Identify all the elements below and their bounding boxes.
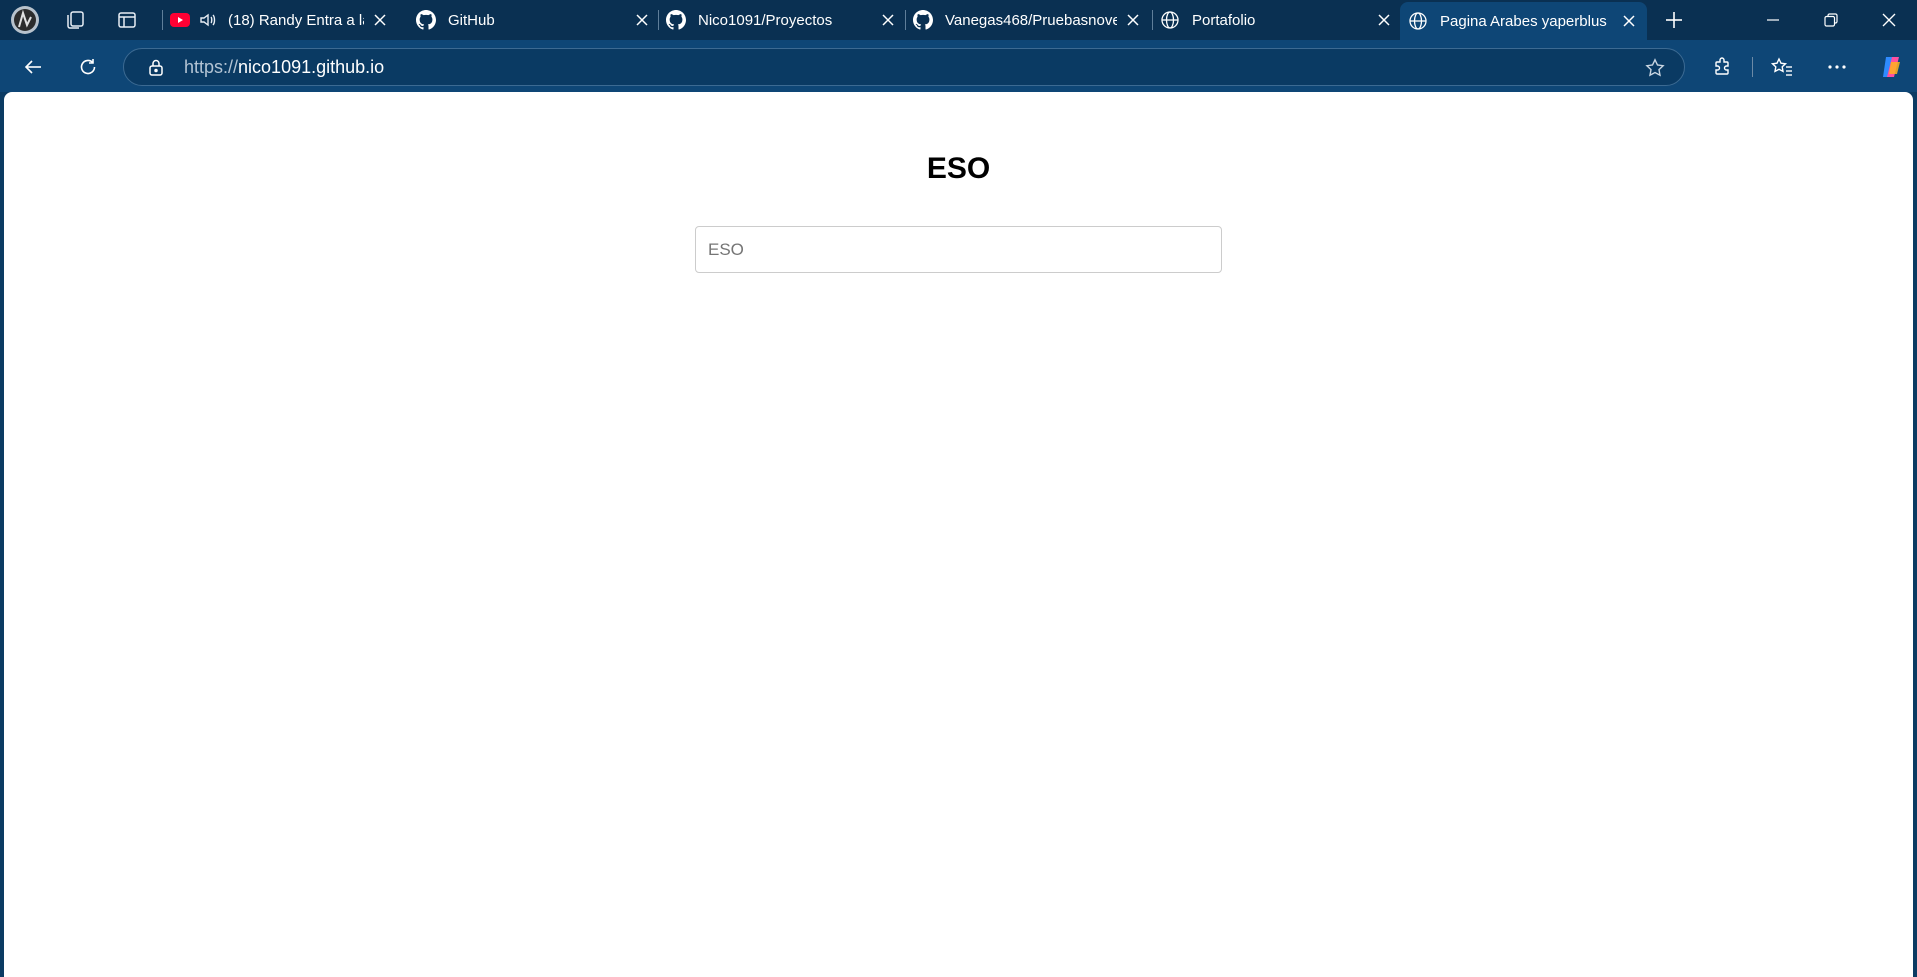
tab-title: Pagina Arabes yaperblus (1440, 12, 1607, 30)
profile-avatar[interactable] (9, 4, 41, 36)
text-input[interactable] (695, 226, 1222, 273)
tab-title: Portafolio (1192, 11, 1256, 29)
workspaces-icon[interactable] (59, 4, 91, 36)
toolbar-separator (1752, 57, 1753, 77)
close-window-icon[interactable] (1860, 0, 1917, 40)
lock-icon[interactable] (146, 57, 166, 77)
close-tab-icon[interactable] (1619, 11, 1639, 31)
close-tab-icon[interactable] (1374, 10, 1394, 30)
close-tab-icon[interactable] (1123, 10, 1143, 30)
globe-icon (1160, 10, 1180, 30)
close-tab-icon[interactable] (632, 10, 652, 30)
tab-portafolio[interactable]: Portafolio (1160, 2, 1394, 38)
tab-nico-proyectos[interactable]: Nico1091/Proyectos (666, 2, 898, 38)
page-viewport: ESO (4, 92, 1913, 977)
youtube-icon (170, 10, 190, 30)
tab-vanegas-pruebas[interactable]: Vanegas468/Pruebasnove (913, 2, 1143, 38)
globe-icon (1408, 11, 1428, 31)
extensions-icon[interactable] (1705, 50, 1739, 84)
back-icon[interactable] (16, 50, 50, 84)
add-favorite-icon[interactable] (1644, 57, 1666, 79)
url-host: nico1091.github.io (238, 56, 385, 77)
new-tab-icon[interactable] (1658, 4, 1690, 36)
tab-separator (1152, 10, 1153, 30)
github-icon (416, 10, 436, 30)
url-scheme: https:// (184, 56, 239, 77)
speaker-icon[interactable] (198, 10, 218, 30)
more-options-icon[interactable] (1820, 50, 1854, 84)
favorites-icon[interactable] (1765, 50, 1799, 84)
address-bar[interactable]: https://nico1091.github.io (123, 48, 1685, 86)
tab-actions-icon[interactable] (111, 4, 143, 36)
minimize-icon[interactable] (1744, 0, 1802, 40)
tab-separator (905, 10, 906, 30)
tab-title: GitHub (448, 11, 495, 29)
github-icon (666, 10, 686, 30)
github-icon (913, 10, 933, 30)
refresh-icon[interactable] (71, 50, 105, 84)
tab-separator (162, 10, 163, 30)
tab-github[interactable]: GitHub (416, 2, 652, 38)
close-tab-icon[interactable] (370, 10, 390, 30)
tab-title: Vanegas468/Pruebasnove (945, 11, 1117, 29)
copilot-icon[interactable] (1874, 50, 1908, 84)
tab-title: (18) Randy Entra a la (228, 11, 364, 29)
tab-youtube[interactable]: (18) Randy Entra a la (170, 2, 410, 38)
tab-separator (658, 10, 659, 30)
url-text[interactable]: https://nico1091.github.io (184, 57, 384, 78)
close-tab-icon[interactable] (878, 10, 898, 30)
page-title: ESO (926, 152, 991, 185)
restore-icon[interactable] (1802, 0, 1860, 40)
tab-pagina-arabes[interactable]: Pagina Arabes yaperblus (1400, 2, 1647, 40)
tab-title: Nico1091/Proyectos (698, 11, 833, 29)
tab-strip: (18) Randy Entra a la GitHub Nico1091/Pr… (0, 0, 1917, 40)
